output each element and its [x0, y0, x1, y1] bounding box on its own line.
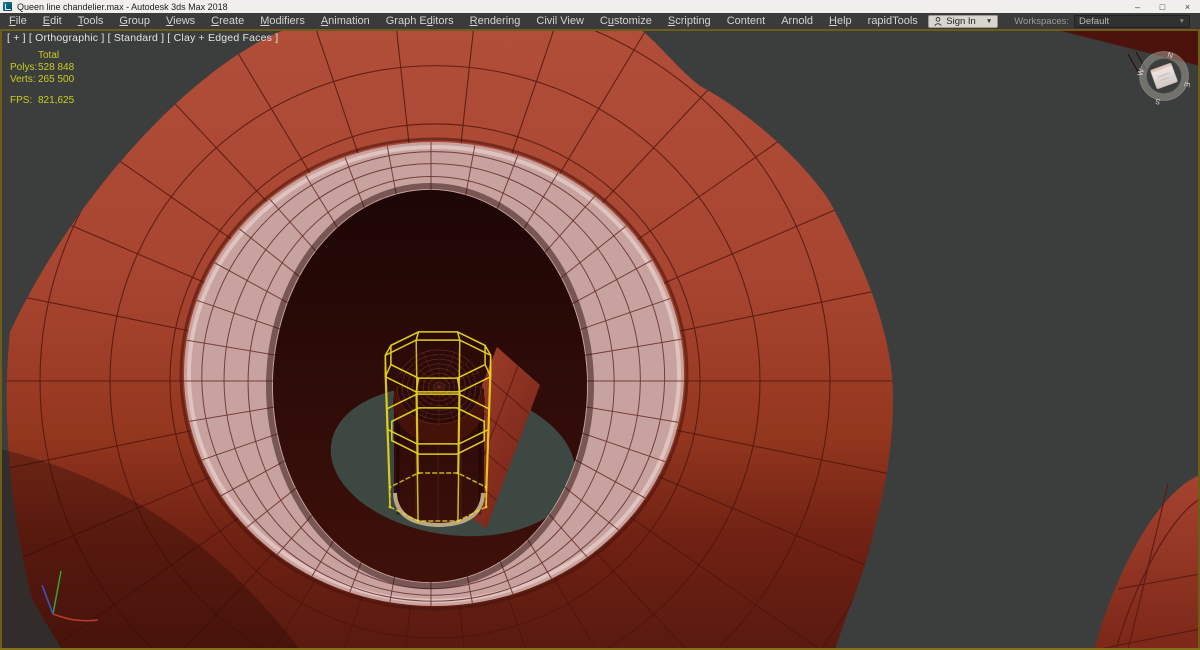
workspaces-caret-icon: ▼ — [1178, 17, 1185, 25]
menu-item-edit[interactable]: Edit — [35, 13, 70, 29]
stats-total-label: Total — [38, 50, 60, 61]
workspaces-value: Default — [1079, 15, 1110, 27]
close-button[interactable]: × — [1175, 0, 1200, 13]
menu-item-rapidtools[interactable]: rapidTools — [860, 13, 926, 29]
stats-verts-value: 265 500 — [38, 74, 75, 85]
workspaces-label: Workspaces: — [1014, 15, 1069, 27]
menu-item-content[interactable]: Content — [719, 13, 774, 29]
sign-in-button[interactable]: Sign In ▼ — [928, 14, 999, 28]
menu-item-customize[interactable]: Customize — [592, 13, 660, 29]
workspaces-dropdown[interactable]: Default ▼ — [1074, 14, 1190, 28]
stats-fps-label: FPS: — [10, 95, 33, 106]
menu-bar: File Edit Tools Group Views Create Modifiers An… — [0, 13, 1200, 29]
viewport[interactable]: NESW [ + ] [ Orthographic ] [ Standard ]… — [0, 29, 1200, 650]
menu-item-animation[interactable]: Animation — [313, 13, 378, 29]
stats-polys-label: Polys: — [10, 62, 38, 73]
restore-button[interactable]: □ — [1150, 0, 1175, 13]
menu-item-graph-editors[interactable]: Graph Editors — [378, 13, 462, 29]
menu-item-help[interactable]: Help — [821, 13, 860, 29]
menu-item-group[interactable]: Group — [111, 13, 158, 29]
workspaces: Workspaces: Default ▼ — [1014, 14, 1190, 28]
minimize-button[interactable]: – — [1125, 0, 1150, 13]
stats-fps-value: 821,625 — [38, 95, 75, 106]
menu-items: File Edit Tools Group Views Create Modifiers An… — [1, 13, 926, 29]
stats-polys-value: 528 848 — [38, 62, 75, 73]
menu-item-tools[interactable]: Tools — [70, 13, 112, 29]
window-title: Queen line chandelier.max - Autodesk 3ds… — [17, 1, 228, 12]
menu-item-scripting[interactable]: Scripting — [660, 13, 719, 29]
menu-item-create[interactable]: Create — [203, 13, 252, 29]
menu-item-rendering[interactable]: Rendering — [462, 13, 529, 29]
stats-verts-label: Verts: — [10, 74, 36, 85]
viewport-statistics: Total Polys: 528 848 Verts: 265 500 FPS:… — [10, 50, 74, 107]
sign-in-caret-icon: ▼ — [985, 17, 993, 25]
menu-item-views[interactable]: Views — [158, 13, 203, 29]
menu-item-arnold[interactable]: Arnold — [773, 13, 821, 29]
viewport-label[interactable]: [ + ] [ Orthographic ] [ Standard ] [ Cl… — [7, 32, 278, 44]
window-controls: – □ × — [1125, 0, 1200, 13]
menu-item-file[interactable]: File — [1, 13, 35, 29]
app-icon — [3, 2, 12, 11]
person-icon — [934, 16, 942, 26]
menu-item-civil-view[interactable]: Civil View — [528, 13, 591, 29]
menu-item-modifiers[interactable]: Modifiers — [252, 13, 313, 29]
title-bar: Queen line chandelier.max - Autodesk 3ds… — [0, 0, 1200, 13]
sign-in-label: Sign In — [946, 15, 976, 27]
viewport-canvas[interactable]: NESW — [0, 29, 1200, 650]
